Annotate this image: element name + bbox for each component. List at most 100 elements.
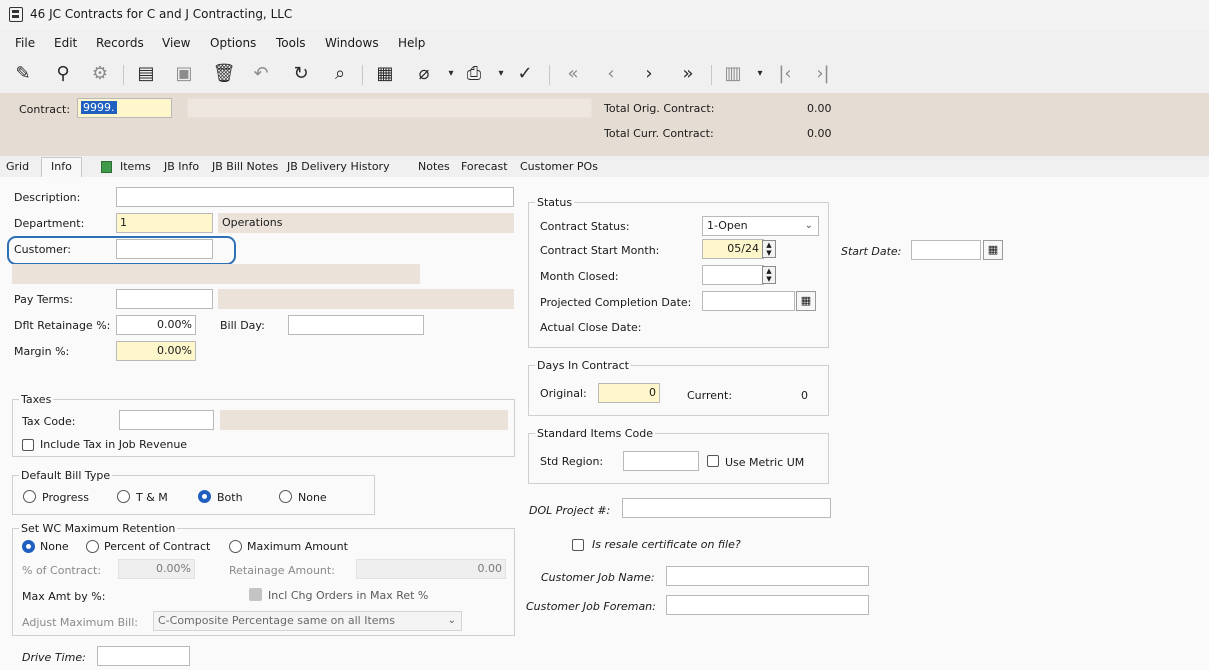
bill-type-both-radio[interactable] <box>198 490 211 503</box>
customer-job-name-label: Customer Job Name: <box>541 571 655 584</box>
menu-file[interactable]: File <box>15 36 35 50</box>
attachment-icon[interactable]: ⌀ <box>411 63 437 85</box>
menu-records[interactable]: Records <box>96 36 144 50</box>
resale-certificate-checkbox[interactable] <box>572 539 584 551</box>
month-closed-field[interactable] <box>702 265 764 285</box>
bill-type-none-radio[interactable] <box>279 490 292 503</box>
save-icon[interactable]: ▣ <box>171 63 197 85</box>
contract-description-field <box>187 98 592 118</box>
drive-time-field[interactable] <box>97 646 190 666</box>
retainage-amount-label: Retainage Amount: <box>229 564 335 577</box>
description-label: Description: <box>14 191 81 204</box>
start-month-spinner[interactable]: ▲ ▼ <box>762 240 776 258</box>
bill-type-tm-radio[interactable] <box>117 490 130 503</box>
contract-status-label: Contract Status: <box>540 220 630 233</box>
max-amt-by-label: Max Amt by %: <box>22 590 106 603</box>
tab-notes[interactable]: Notes <box>418 160 450 173</box>
previous-record-icon[interactable]: ‹ <box>598 63 624 85</box>
last-page-icon[interactable]: ›| <box>810 63 836 85</box>
form-view-dropdown-icon[interactable]: ▾ <box>747 63 773 85</box>
undo-icon[interactable]: ↶ <box>248 63 274 85</box>
bill-type-progress-radio[interactable] <box>23 490 36 503</box>
dol-project-label: DOL Project #: <box>529 504 611 517</box>
month-closed-label: Month Closed: <box>540 270 619 283</box>
print-icon[interactable]: ⎙ <box>461 63 487 85</box>
projected-completion-field[interactable] <box>702 291 795 311</box>
standard-items-title: Standard Items Code <box>535 427 655 440</box>
bill-day-label: Bill Day: <box>220 319 265 332</box>
delete-icon[interactable]: 🗑 <box>211 63 237 85</box>
resale-certificate-label: Is resale certificate on file? <box>592 538 741 551</box>
use-metric-checkbox[interactable] <box>707 455 719 467</box>
retention-none-radio[interactable] <box>22 540 35 553</box>
contract-header: Contract: 9999. Total Orig. Contract: 0.… <box>0 93 1209 156</box>
dflt-retainage-field[interactable]: 0.00% <box>116 315 196 335</box>
customer-job-name-field[interactable] <box>666 566 869 586</box>
last-record-icon[interactable]: » <box>675 63 701 85</box>
search-icon[interactable]: ⌕ <box>327 63 353 85</box>
bill-day-field[interactable] <box>288 315 424 335</box>
tab-jb-bill-notes[interactable]: JB Bill Notes <box>212 160 278 173</box>
edit-record-icon[interactable]: ✎ <box>10 63 36 85</box>
form-view-icon[interactable]: ▥ <box>720 63 746 85</box>
retention-max-amount-radio[interactable] <box>229 540 242 553</box>
adjust-max-bill-dropdown[interactable]: C-Composite Percentage same on all Items… <box>153 611 462 631</box>
settings-icon[interactable]: ⚙ <box>87 63 113 85</box>
window-title: 46 JC Contracts for C and J Contracting,… <box>30 7 293 21</box>
next-record-icon[interactable]: › <box>636 63 662 85</box>
menu-edit[interactable]: Edit <box>54 36 77 50</box>
contract-field[interactable]: 9999. <box>77 98 172 118</box>
adjust-max-bill-label: Adjust Maximum Bill: <box>22 616 138 629</box>
menu-windows[interactable]: Windows <box>325 36 379 50</box>
tax-code-field[interactable] <box>119 410 214 430</box>
menu-tools[interactable]: Tools <box>276 36 306 50</box>
bill-type-both-label: Both <box>217 491 243 504</box>
binoculars-icon[interactable]: ⚲ <box>50 63 76 85</box>
department-field[interactable]: 1 <box>116 213 213 233</box>
incl-chg-orders-checkbox[interactable] <box>249 588 262 601</box>
retention-percent-radio[interactable] <box>86 540 99 553</box>
grid-view-icon[interactable]: ▦ <box>372 63 398 85</box>
contract-value: 9999. <box>81 101 117 114</box>
refresh-icon[interactable]: ↻ <box>288 63 314 85</box>
contract-status-value: 1-Open <box>707 219 748 232</box>
total-orig-contract-label: Total Orig. Contract: <box>604 102 715 115</box>
department-name: Operations <box>218 213 514 233</box>
original-days-field[interactable]: 0 <box>598 383 660 403</box>
calendar-icon[interactable]: ▦ <box>796 291 816 311</box>
new-document-icon[interactable]: ▤ <box>133 63 159 85</box>
month-closed-spinner[interactable]: ▲ ▼ <box>762 266 776 284</box>
margin-field[interactable]: 0.00% <box>116 341 196 361</box>
retention-max-amount-label: Maximum Amount <box>247 540 348 553</box>
pay-terms-description <box>218 289 514 309</box>
customer-highlight <box>7 236 236 265</box>
calendar-icon[interactable]: ▦ <box>983 240 1003 260</box>
customer-name-display <box>12 264 420 284</box>
start-month-field[interactable]: 05/24 <box>702 239 764 259</box>
include-tax-checkbox[interactable] <box>22 439 34 451</box>
description-field[interactable] <box>116 187 514 207</box>
first-record-icon[interactable]: « <box>560 63 586 85</box>
tab-customer-pos[interactable]: Customer POs <box>520 160 598 173</box>
tab-info[interactable]: Info <box>41 157 82 178</box>
contract-status-dropdown[interactable]: 1-Open ⌄ <box>702 216 819 236</box>
tab-jb-info[interactable]: JB Info <box>164 160 199 173</box>
menu-view[interactable]: View <box>162 36 190 50</box>
menu-help[interactable]: Help <box>398 36 425 50</box>
print-dropdown-icon[interactable]: ▾ <box>488 63 514 85</box>
spellcheck-icon[interactable]: ✓ <box>512 63 538 85</box>
menu-options[interactable]: Options <box>210 36 256 50</box>
pay-terms-field[interactable] <box>116 289 213 309</box>
std-region-field[interactable] <box>623 451 699 471</box>
adjust-max-bill-value: C-Composite Percentage same on all Items <box>158 614 395 627</box>
customer-job-foreman-field[interactable] <box>666 595 869 615</box>
first-page-icon[interactable]: |‹ <box>772 63 798 85</box>
drive-time-label: Drive Time: <box>22 651 86 664</box>
dol-project-field[interactable] <box>622 498 831 518</box>
tab-forecast[interactable]: Forecast <box>461 160 508 173</box>
tab-grid[interactable]: Grid <box>6 160 29 173</box>
start-date-field[interactable] <box>911 240 981 260</box>
tab-items[interactable]: Items <box>120 160 151 173</box>
current-days-value: 0 <box>801 389 808 402</box>
tab-jb-delivery-history[interactable]: JB Delivery History <box>287 160 390 173</box>
